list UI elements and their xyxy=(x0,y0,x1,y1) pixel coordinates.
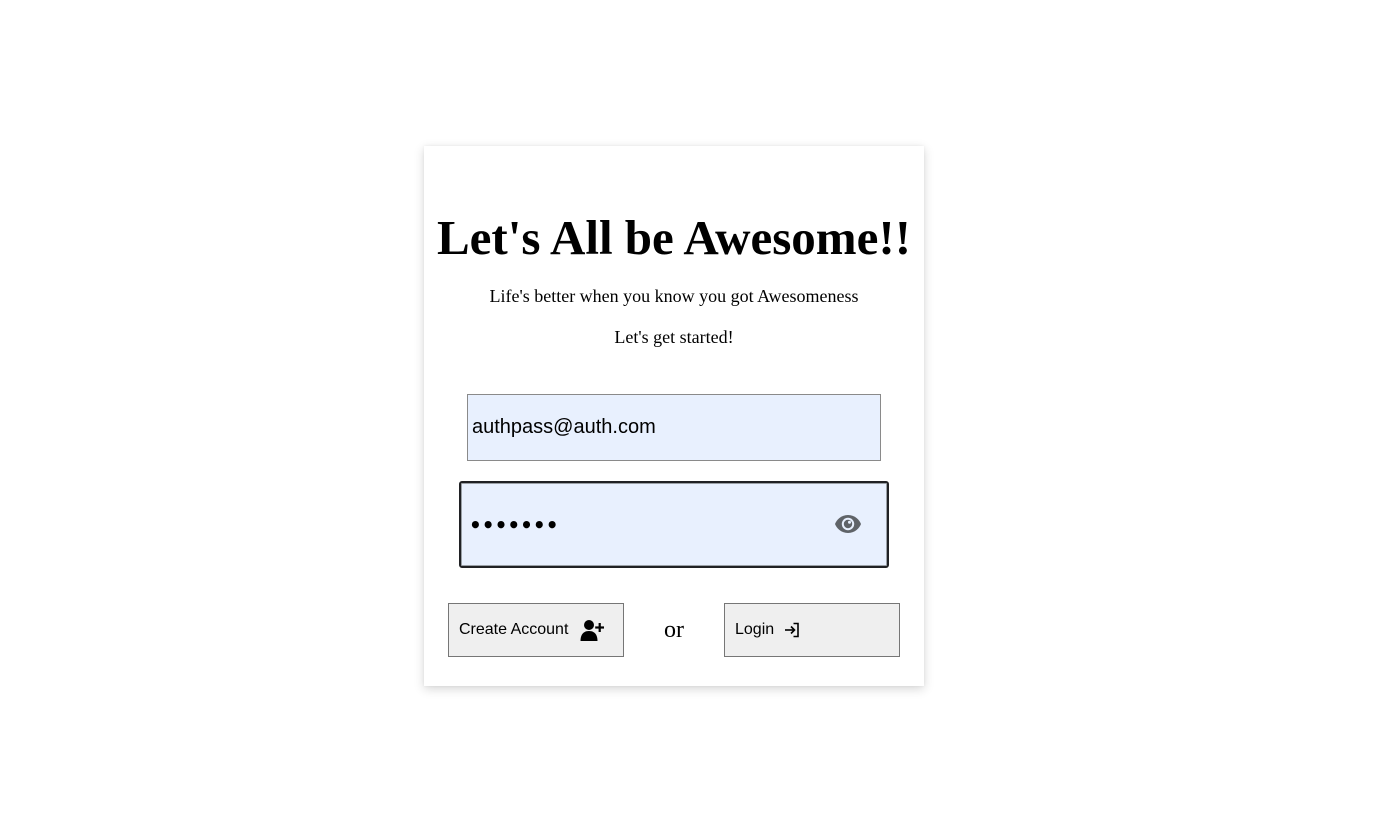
sign-in-icon xyxy=(784,622,800,638)
login-card: Let's All be Awesome!! Life's better whe… xyxy=(424,146,924,686)
password-field-wrapper xyxy=(459,481,889,568)
eye-icon[interactable] xyxy=(833,511,863,537)
tagline: Let's get started! xyxy=(614,327,734,347)
page-title: Let's All be Awesome!! xyxy=(436,210,912,265)
login-button[interactable]: Login xyxy=(724,603,900,657)
password-field[interactable] xyxy=(469,483,809,566)
create-account-label: Create Account xyxy=(459,621,569,638)
user-plus-icon xyxy=(580,618,605,642)
login-label: Login xyxy=(735,621,775,638)
or-separator: or xyxy=(664,617,684,643)
subtitle: Life's better when you know you got Awes… xyxy=(489,286,859,306)
email-field[interactable] xyxy=(467,394,881,461)
create-account-button[interactable]: Create Account xyxy=(448,603,624,657)
